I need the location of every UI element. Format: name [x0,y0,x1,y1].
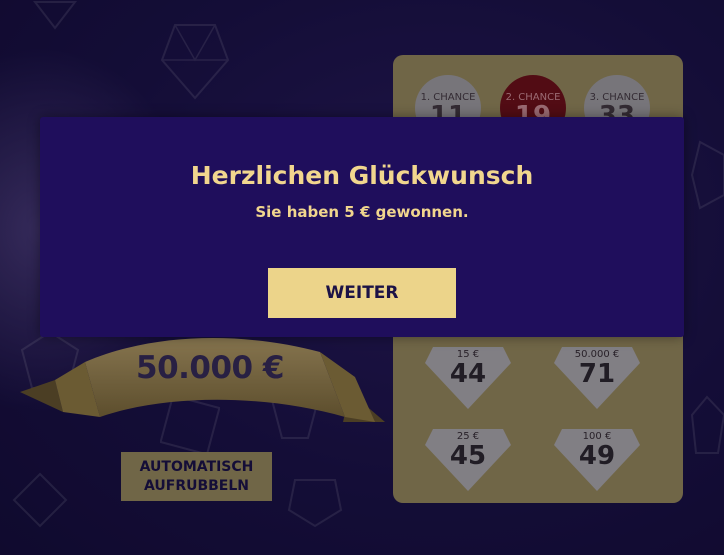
win-dialog: Herzlichen Glückwunsch Sie haben 5 € gew… [40,117,684,337]
continue-button[interactable]: WEITER [268,268,456,318]
dialog-title: Herzlichen Glückwunsch [190,161,534,190]
dialog-message: Sie haben 5 € gewonnen. [255,203,469,221]
